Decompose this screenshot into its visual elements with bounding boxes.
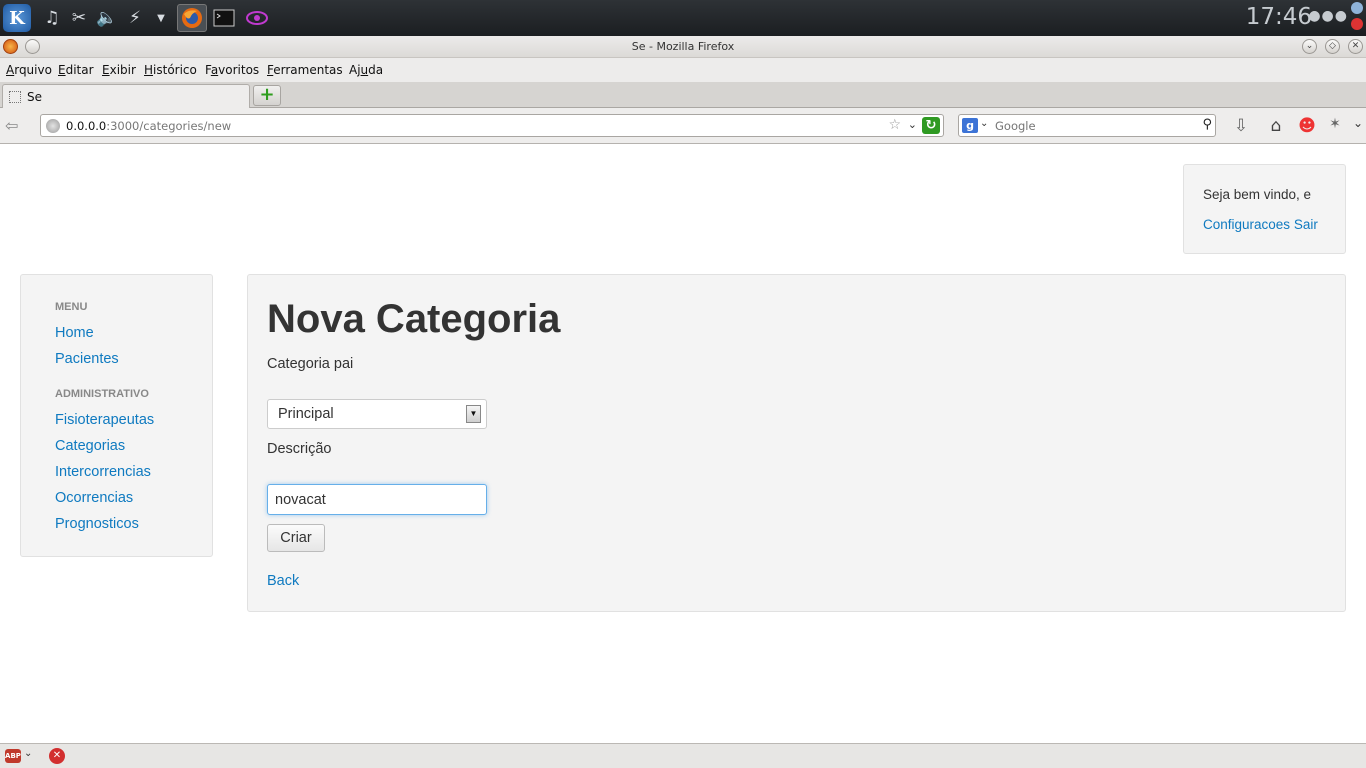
terminal-icon[interactable] [210,4,238,32]
clock[interactable]: 17:46 [1246,4,1312,30]
menu-ferramentas[interactable]: Ferramentas [267,63,343,77]
close-button[interactable]: ✕ [1348,39,1363,54]
back-arrow-icon[interactable]: ⇦ [5,116,29,136]
description-label: Descrição [267,441,332,457]
url-text[interactable]: 0.0.0.0:3000/categories/new [66,119,231,133]
url-bar[interactable]: 0.0.0.0:3000/categories/new ☆ ⌄ ↻ [40,114,944,137]
adblock-dropdown-icon[interactable]: ⌄ [24,748,32,759]
toolbar-overflow-icon[interactable]: ⌄ [1346,116,1366,138]
binoculars-icon[interactable]: ⚲ [1202,117,1212,132]
menu-exibir[interactable]: Exibir [102,63,136,77]
music-icon[interactable]: ♫ [38,4,66,32]
url-history-dropdown-icon[interactable]: ⌄ [908,118,917,131]
volume-icon[interactable]: 🔈 [93,4,121,32]
lock-icon[interactable] [1351,2,1363,14]
menu-bar: Arquivo Editar Exibir Histórico Favorito… [0,58,1366,82]
menu-favoritos[interactable]: Favoritos [205,63,259,77]
menu-ajuda[interactable]: Ajuda [349,63,383,77]
chevron-down-icon[interactable]: ▼ [147,4,175,32]
status-bar: ABP ⌄ ✕ [0,743,1366,768]
sidebar-header-menu: MENU [55,301,88,313]
navigation-toolbar: ⇦ 0.0.0.0:3000/categories/new ☆ ⌄ ↻ g ⌄ … [0,108,1366,144]
window-titlebar[interactable]: Se - Mozilla Firefox ⌄ ◇ ✕ [0,36,1366,58]
sidebar: MENU Home Pacientes ADMINISTRATIVO Fisio… [20,274,213,557]
firefox-icon[interactable] [177,4,207,32]
download-arrow-icon[interactable]: ⇩ [1229,116,1253,138]
sidebar-item-categorias[interactable]: Categorias [55,438,125,454]
sidebar-header-administrativo: ADMINISTRATIVO [55,388,149,400]
maximize-button[interactable]: ◇ [1325,39,1340,54]
sidebar-item-fisioterapeutas[interactable]: Fisioterapeutas [55,412,154,428]
globe-icon [46,119,60,133]
create-button[interactable]: Criar [267,524,325,552]
welcome-box: Seja bem vindo, e Configuracoes Sair [1183,164,1346,254]
main-panel: Nova Categoria Categoria pai Principal ▼… [247,274,1346,612]
kde-menu-icon[interactable]: K [3,4,31,32]
welcome-text: Seja bem vindo, e [1203,187,1312,202]
menu-arquivo[interactable]: Arquivo [6,63,52,77]
power-icon[interactable] [1351,18,1363,30]
window-title: Se - Mozilla Firefox [631,40,735,53]
page-title: Nova Categoria [267,297,561,341]
bookmark-star-icon[interactable]: ☆ [888,117,901,133]
minimize-button[interactable]: ⌄ [1302,39,1317,54]
settings-link[interactable]: Configuracoes [1203,217,1290,232]
kde-panel: K ♫ ✂ 🔈 ⚡ ▼ 17:46 ●●● [0,0,1366,36]
page-content: Seja bem vindo, e Configuracoes Sair MEN… [0,145,1366,743]
sidebar-item-prognosticos[interactable]: Prognosticos [55,516,139,532]
reload-icon[interactable]: ↻ [922,117,940,134]
sidebar-item-home[interactable]: Home [55,325,94,341]
google-engine-icon[interactable]: g [962,118,978,133]
engine-dropdown-icon[interactable]: ⌄ [980,118,988,129]
description-input[interactable] [267,484,487,515]
stop-icon[interactable]: ✕ [49,748,65,764]
home-icon[interactable]: ⌂ [1264,116,1288,138]
network-icon[interactable]: ⚡ [121,4,149,32]
menu-editar[interactable]: Editar [58,63,94,77]
parent-category-value: Principal [278,406,334,422]
new-tab-button[interactable]: + [253,85,281,106]
tools-icon[interactable]: ✂ [65,4,93,32]
adblock-icon[interactable]: ABP [5,749,21,763]
tab-active[interactable]: Se [2,84,250,109]
menu-historico[interactable]: Histórico [144,63,197,77]
sidebar-item-ocorrencias[interactable]: Ocorrencias [55,490,133,506]
parent-category-select[interactable]: Principal ▼ [267,399,487,429]
tab-bar: Se + [0,82,1366,109]
more-dots-icon[interactable]: ●●● [1308,8,1348,24]
chevron-down-icon[interactable]: ▼ [466,405,481,423]
sidebar-item-pacientes[interactable]: Pacientes [55,351,119,367]
page-icon [9,91,21,103]
back-link[interactable]: Back [267,573,299,589]
search-bar[interactable]: g ⌄ ⚲ [958,114,1216,137]
panel-controls[interactable] [1351,2,1365,34]
eye-icon[interactable] [243,4,271,32]
tab-label: Se [27,90,42,104]
search-input[interactable] [995,116,1185,135]
parent-category-label: Categoria pai [267,356,354,372]
logout-link[interactable]: Sair [1294,217,1318,232]
bug-icon[interactable]: ✶ [1323,116,1347,138]
user-links: Configuracoes Sair [1203,217,1318,232]
sidebar-item-intercorrencias[interactable]: Intercorrencias [55,464,151,480]
addon-icon[interactable]: ☻ [1295,116,1319,138]
